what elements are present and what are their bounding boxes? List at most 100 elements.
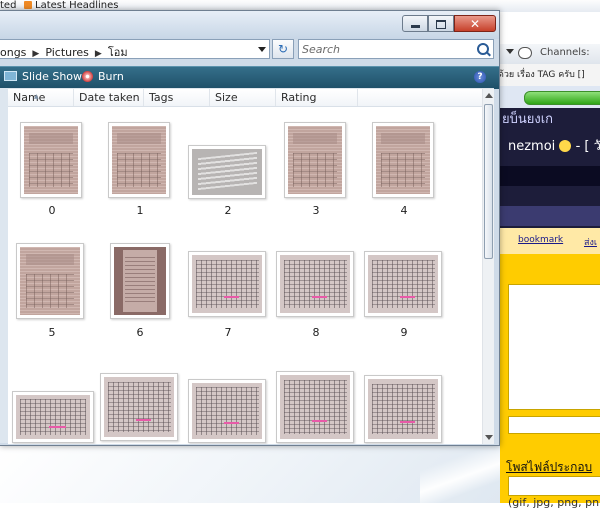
thumbnail-image [108, 122, 170, 198]
chevron-right-icon[interactable]: ▶ [32, 49, 39, 59]
column-header-name[interactable]: ▲ Name [8, 89, 74, 106]
thumbnail-item[interactable]: 0 [8, 107, 96, 217]
photo-preview [192, 149, 262, 195]
photo-preview [280, 375, 350, 439]
close-icon: ✕ [470, 17, 481, 31]
refresh-button[interactable]: ↻ [272, 39, 294, 59]
search-placeholder: Search [302, 43, 341, 56]
thumbnail-image [276, 251, 354, 317]
search-box[interactable]: Search [298, 39, 494, 59]
form-field[interactable] [508, 416, 600, 434]
thumbnail-caption: 9 [400, 326, 408, 339]
scroll-down-arrow-icon[interactable] [485, 435, 493, 440]
column-header-rating[interactable]: Rating [276, 89, 358, 106]
bookmark-link[interactable]: bookmark [518, 235, 563, 245]
thumbnail-caption: 0 [48, 204, 56, 217]
address-row: ongs ▶ Pictures ▶ โอม ↻ Search [0, 39, 499, 61]
thumbnail-image [12, 391, 94, 443]
vertical-scrollbar[interactable] [482, 89, 494, 444]
column-header-size[interactable]: Size [210, 89, 276, 106]
thumbnail-image [372, 122, 434, 198]
dropdown-arrow-icon[interactable] [506, 49, 514, 54]
minimize-button[interactable] [402, 15, 428, 32]
send-link[interactable]: ส่งเ [584, 235, 597, 249]
address-bar[interactable]: ongs ▶ Pictures ▶ โอม [0, 39, 270, 59]
breadcrumb: ongs ▶ Pictures ▶ โอม [0, 43, 128, 61]
thumbnail-item[interactable]: 14 [360, 351, 448, 444]
thumbnail-item[interactable]: 11 [96, 351, 184, 444]
maximize-button[interactable] [428, 15, 454, 32]
thumbnail-caption: 7 [224, 326, 232, 339]
navigation-pane-edge[interactable] [0, 88, 8, 443]
column-header-tags[interactable]: Tags [144, 89, 210, 106]
message-textarea[interactable] [508, 284, 600, 410]
burn-button[interactable]: Burn [82, 70, 124, 83]
thumbnail-item[interactable]: 12 [184, 351, 272, 444]
thumbnail-caption: 5 [48, 326, 56, 339]
slideshow-button[interactable]: Slide Show [4, 70, 82, 83]
search-icon[interactable] [477, 43, 489, 55]
thumbnail-caption: 2 [224, 204, 232, 217]
thumbnail-item[interactable]: 7 [184, 229, 272, 339]
thumbnail-image [188, 251, 266, 317]
username[interactable]: nezmoi [508, 139, 555, 154]
column-header-date-taken[interactable]: Date taken [74, 89, 144, 106]
thumbnail-item[interactable]: 4 [360, 107, 448, 217]
thumbnail-image [284, 122, 346, 198]
forum-user-line: nezmoi - [ วันเ [508, 135, 600, 156]
help-icon[interactable]: ? [474, 71, 486, 83]
column-label: Date taken [79, 91, 140, 104]
thumbnail-image [100, 373, 178, 441]
photo-preview [192, 383, 262, 439]
scroll-up-arrow-icon[interactable] [485, 93, 493, 98]
thumbnail-caption: 3 [312, 204, 320, 217]
monitor-icon [4, 71, 17, 81]
thumbnail-item[interactable]: 5 [8, 229, 96, 339]
post-date-text: - [ วันเ [575, 139, 600, 154]
address-history-dropdown[interactable] [255, 40, 269, 58]
thumbnail-item[interactable]: 13 [272, 351, 360, 444]
chat-bubble-icon[interactable] [518, 47, 532, 59]
rss-icon [24, 1, 32, 9]
slideshow-label: Slide Show [22, 70, 83, 83]
photo-preview [280, 255, 350, 313]
breadcrumb-item[interactable]: ongs [0, 46, 26, 59]
thumbnail-image [188, 379, 266, 443]
attach-file-label[interactable]: โพสไฟล์ประกอบ [506, 458, 592, 477]
title-bar[interactable]: ✕ [0, 11, 499, 39]
minimize-icon [411, 25, 420, 28]
smiley-icon [559, 140, 572, 152]
thumbnail-item[interactable]: 10 [8, 351, 96, 444]
window-controls: ✕ [402, 15, 496, 33]
page-notice-strip: ด้วย เรื่อง TAG ครับ [] [496, 64, 600, 86]
thumbnail-item[interactable]: 3 [272, 107, 360, 217]
thumbnail-caption: 8 [312, 326, 320, 339]
maximize-icon [436, 20, 446, 29]
forum-header-text: ยบ็นยงเก [502, 112, 554, 127]
column-label: Tags [149, 91, 174, 104]
column-headers: ▲ Name Date taken Tags Size Rating [8, 89, 482, 107]
photo-preview [192, 255, 262, 313]
breadcrumb-item-pictures[interactable]: Pictures [45, 46, 89, 59]
thumbnail-caption: 4 [400, 204, 408, 217]
notice-text: ด้วย เรื่อง TAG ครับ [] [498, 70, 585, 80]
breadcrumb-item-current[interactable]: โอม [108, 46, 128, 59]
disc-icon [82, 71, 93, 82]
thumbnail-item[interactable]: 1 [96, 107, 184, 217]
scrollbar-thumb[interactable] [484, 104, 493, 259]
command-bar: Slide Show Burn ? [0, 66, 499, 89]
thumbnail-item[interactable]: 6 [96, 229, 184, 339]
thumbnail-item[interactable]: 9 [360, 229, 448, 339]
refresh-icon: ↻ [277, 42, 289, 56]
thumbnail-image [364, 251, 442, 317]
sort-ascending-icon: ▲ [34, 93, 39, 100]
forum-header: ยบ็นยงเก nezmoi - [ วันเ [496, 108, 600, 228]
thumbnail-grid: 0 1 2 3 4 5 6 7 8 9 [8, 107, 482, 444]
photo-preview [112, 126, 166, 194]
thumbnail-item[interactable]: 2 [184, 107, 272, 217]
chevron-right-icon[interactable]: ▶ [95, 49, 102, 59]
close-button[interactable]: ✕ [454, 15, 496, 32]
thumbnail-image [20, 122, 82, 198]
thumbnail-item[interactable]: 8 [272, 229, 360, 339]
file-input[interactable] [508, 476, 600, 496]
